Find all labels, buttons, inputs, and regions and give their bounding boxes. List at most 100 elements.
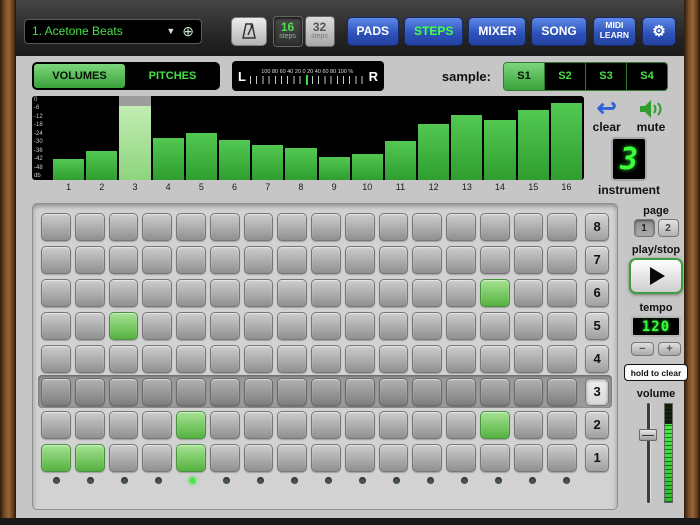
step-cell-r6-c1[interactable] <box>41 279 71 307</box>
row-select-button-5[interactable]: 5 <box>585 312 609 340</box>
step-cell-r5-c13[interactable] <box>446 312 476 340</box>
mute-button[interactable]: mute <box>637 98 666 134</box>
step-cell-r6-c4[interactable] <box>142 279 172 307</box>
step-cell-r1-c3[interactable] <box>109 444 139 472</box>
step-cell-r1-c15[interactable] <box>514 444 544 472</box>
volume-bar-step-5[interactable] <box>186 96 217 180</box>
step-cell-r2-c3[interactable] <box>109 411 139 439</box>
hold-to-clear-button[interactable]: hold to clear <box>624 364 688 381</box>
volume-bar-step-12[interactable] <box>418 96 449 180</box>
clear-button[interactable]: ↩ clear <box>593 98 621 134</box>
step-cell-r5-c7[interactable] <box>244 312 274 340</box>
step-cell-r6-c14[interactable] <box>480 279 510 307</box>
step-cell-r6-c9[interactable] <box>311 279 341 307</box>
step-cell-r5-c2[interactable] <box>75 312 105 340</box>
step-cell-r3-c3[interactable] <box>109 378 139 406</box>
step-cell-r6-c8[interactable] <box>277 279 307 307</box>
step-cell-r6-c13[interactable] <box>446 279 476 307</box>
add-preset-icon[interactable]: ⊕ <box>182 23 194 40</box>
sample-s2-button[interactable]: S2 <box>544 63 585 90</box>
step-cell-r8-c12[interactable] <box>412 213 442 241</box>
step-cell-r5-c16[interactable] <box>547 312 577 340</box>
step-cell-r5-c10[interactable] <box>345 312 375 340</box>
step-cell-r3-c10[interactable] <box>345 378 375 406</box>
step-cell-r8-c14[interactable] <box>480 213 510 241</box>
step-cell-r8-c5[interactable] <box>176 213 206 241</box>
fader-handle[interactable] <box>639 429 657 441</box>
step-cell-r4-c10[interactable] <box>345 345 375 373</box>
step-cell-r8-c9[interactable] <box>311 213 341 241</box>
step-cell-r6-c16[interactable] <box>547 279 577 307</box>
step-cell-r4-c6[interactable] <box>210 345 240 373</box>
step-cell-r3-c8[interactable] <box>277 378 307 406</box>
step-cell-r6-c2[interactable] <box>75 279 105 307</box>
tempo-minus-button[interactable]: − <box>631 342 654 356</box>
volume-bar-step-1[interactable] <box>53 96 84 180</box>
row-select-button-3[interactable]: 3 <box>585 378 609 406</box>
step-cell-r2-c7[interactable] <box>244 411 274 439</box>
step-cell-r3-c13[interactable] <box>446 378 476 406</box>
step-cell-r4-c14[interactable] <box>480 345 510 373</box>
pan-meter[interactable]: L 100 80 60 40 20 0 20 40 60 80 100 % R <box>232 61 384 91</box>
step-cell-r1-c5[interactable] <box>176 444 206 472</box>
page-2-button[interactable]: 2 <box>658 219 679 237</box>
nav-mixer-button[interactable]: MIXER <box>468 17 526 46</box>
step-cell-r3-c14[interactable] <box>480 378 510 406</box>
step-cell-r2-c13[interactable] <box>446 411 476 439</box>
sample-s1-button[interactable]: S1 <box>504 63 544 90</box>
tab-volumes[interactable]: VOLUMES <box>34 64 125 88</box>
step-cell-r1-c1[interactable] <box>41 444 71 472</box>
step-cell-r3-c7[interactable] <box>244 378 274 406</box>
step-cell-r8-c11[interactable] <box>379 213 409 241</box>
step-cell-r8-c15[interactable] <box>514 213 544 241</box>
step-cell-r8-c10[interactable] <box>345 213 375 241</box>
step-cell-r1-c9[interactable] <box>311 444 341 472</box>
step-cell-r2-c15[interactable] <box>514 411 544 439</box>
step-cell-r5-c15[interactable] <box>514 312 544 340</box>
step-cell-r1-c4[interactable] <box>142 444 172 472</box>
nav-pads-button[interactable]: PADS <box>347 17 399 46</box>
step-cell-r6-c3[interactable] <box>109 279 139 307</box>
volume-bar-step-13[interactable] <box>451 96 482 180</box>
step-cell-r1-c16[interactable] <box>547 444 577 472</box>
step-cell-r2-c1[interactable] <box>41 411 71 439</box>
step-cell-r7-c10[interactable] <box>345 246 375 274</box>
step-cell-r6-c15[interactable] <box>514 279 544 307</box>
volume-bar-step-3[interactable] <box>119 96 150 180</box>
step-cell-r5-c12[interactable] <box>412 312 442 340</box>
step-cell-r8-c7[interactable] <box>244 213 274 241</box>
step-cell-r4-c15[interactable] <box>514 345 544 373</box>
step-cell-r3-c12[interactable] <box>412 378 442 406</box>
row-select-button-6[interactable]: 6 <box>585 279 609 307</box>
step-cell-r1-c2[interactable] <box>75 444 105 472</box>
tempo-plus-button[interactable]: + <box>658 342 681 356</box>
step-cell-r8-c16[interactable] <box>547 213 577 241</box>
step-cell-r5-c11[interactable] <box>379 312 409 340</box>
step-cell-r6-c5[interactable] <box>176 279 206 307</box>
step-cell-r7-c6[interactable] <box>210 246 240 274</box>
step-cell-r5-c8[interactable] <box>277 312 307 340</box>
step-cell-r2-c14[interactable] <box>480 411 510 439</box>
step-cell-r6-c11[interactable] <box>379 279 409 307</box>
step-cell-r2-c5[interactable] <box>176 411 206 439</box>
step-cell-r4-c5[interactable] <box>176 345 206 373</box>
step-cell-r3-c16[interactable] <box>547 378 577 406</box>
step-cell-r2-c8[interactable] <box>277 411 307 439</box>
step-cell-r5-c4[interactable] <box>142 312 172 340</box>
sample-s4-button[interactable]: S4 <box>626 63 667 90</box>
row-select-button-1[interactable]: 1 <box>585 444 609 472</box>
step-cell-r6-c12[interactable] <box>412 279 442 307</box>
step-cell-r5-c9[interactable] <box>311 312 341 340</box>
step-cell-r7-c5[interactable] <box>176 246 206 274</box>
dropdown-icon[interactable]: ▼ <box>166 26 175 36</box>
volume-bar-step-6[interactable] <box>219 96 250 180</box>
step-cell-r8-c4[interactable] <box>142 213 172 241</box>
step-cell-r7-c14[interactable] <box>480 246 510 274</box>
play-stop-button[interactable] <box>629 258 683 294</box>
step-cell-r4-c16[interactable] <box>547 345 577 373</box>
step-cell-r2-c9[interactable] <box>311 411 341 439</box>
volume-bar-step-16[interactable] <box>551 96 582 180</box>
row-select-button-2[interactable]: 2 <box>585 411 609 439</box>
step-cell-r7-c2[interactable] <box>75 246 105 274</box>
step-cell-r2-c2[interactable] <box>75 411 105 439</box>
